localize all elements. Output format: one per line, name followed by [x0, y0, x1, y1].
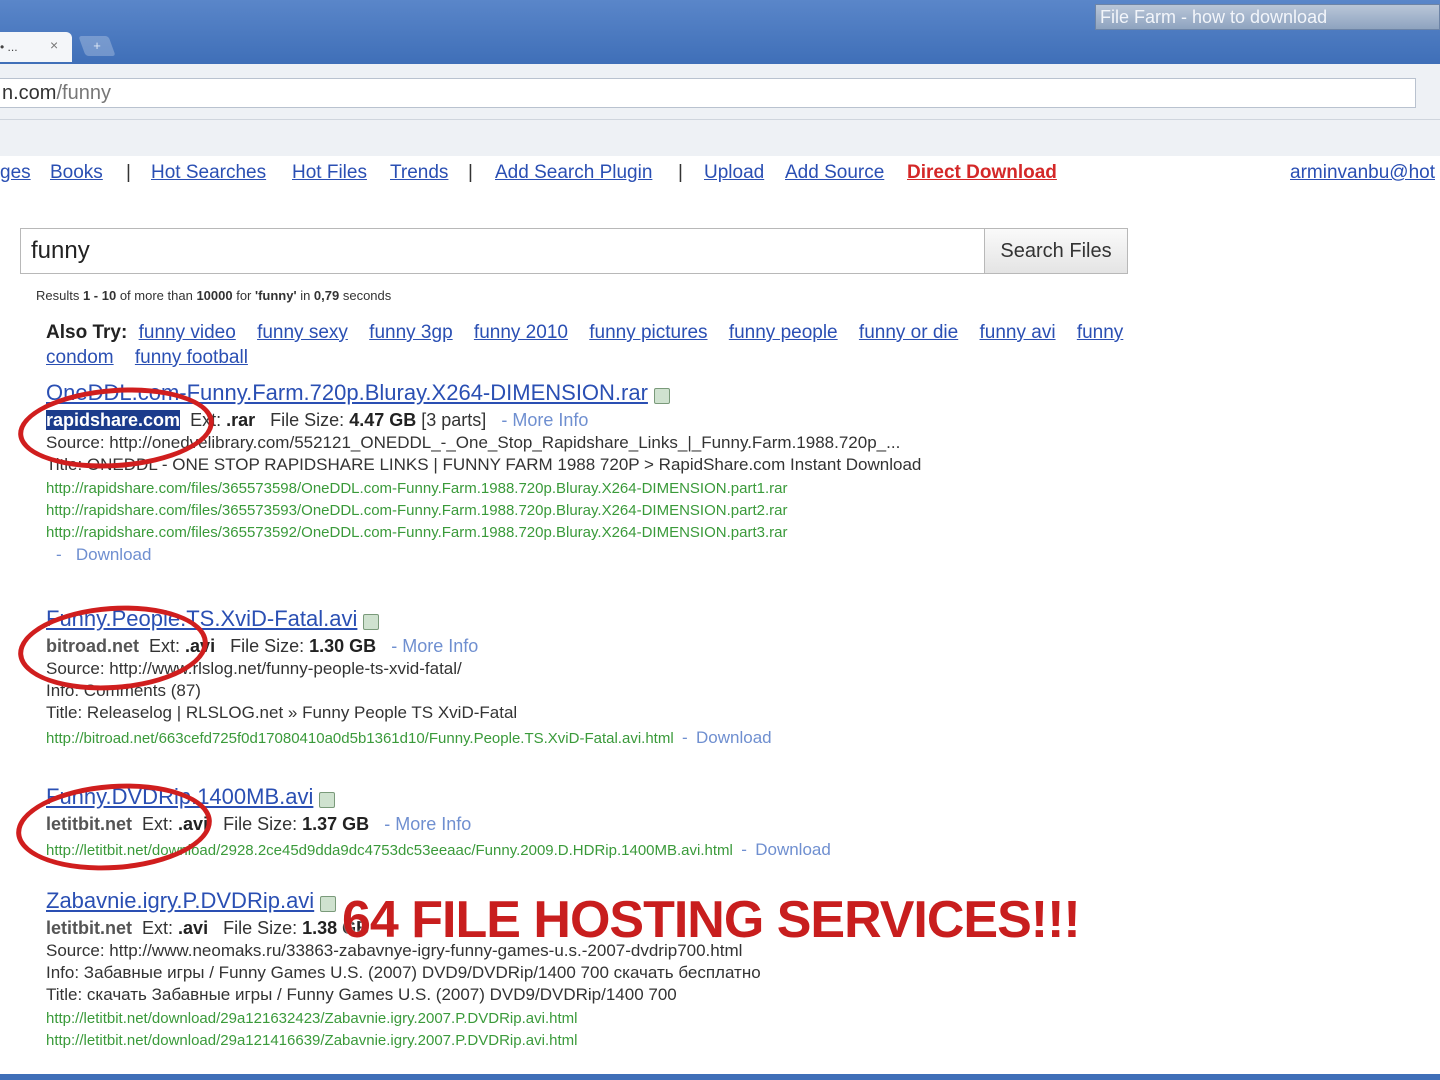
window-bottom-border: [0, 1074, 1440, 1080]
overlay-caption: 64 FILE HOSTING SERVICES!!!: [342, 891, 1081, 949]
nav-separator: |: [678, 162, 683, 183]
tab-label: • ...: [0, 40, 18, 54]
nav-separator: |: [468, 162, 473, 183]
user-account-link[interactable]: arminvanbu@hot: [1290, 162, 1435, 184]
close-icon[interactable]: ×: [50, 37, 58, 53]
result-title-link[interactable]: Zabavnie.igry.P.DVDRip.avi: [46, 888, 314, 913]
file-icon: [319, 791, 336, 808]
result-url-row: http://bitroad.net/663cefd725f0d17080410…: [46, 728, 772, 747]
plus-icon: +: [93, 38, 101, 53]
nav-link-add-source[interactable]: Add Source: [785, 162, 884, 184]
result-info: Info: Забавные игры / Funny Games U.S. (…: [46, 963, 761, 982]
result-url-row: http://letitbit.net/download/2928.2ce45d…: [46, 840, 831, 859]
size-label: File Size:: [270, 410, 345, 430]
search-input[interactable]: funny: [20, 228, 986, 274]
result-ext: .avi: [178, 918, 209, 938]
nav-separator: |: [126, 162, 131, 183]
nav-link-hot-searches[interactable]: Hot Searches: [151, 162, 266, 184]
more-info-link[interactable]: More Info: [402, 636, 478, 656]
result-url-link[interactable]: http://rapidshare.com/files/365573593/On…: [46, 502, 1146, 519]
result-parts: [3 parts]: [421, 410, 487, 430]
result-url-link[interactable]: http://rapidshare.com/files/365573598/On…: [46, 480, 1146, 497]
address-bar: n.com/funny: [0, 64, 1440, 120]
also-try-link[interactable]: funny football: [135, 347, 248, 368]
also-try-link[interactable]: funny avi: [980, 322, 1056, 343]
more-info-link[interactable]: More Info: [512, 410, 588, 430]
stats-mid: of more than: [116, 288, 197, 303]
url-host: n.com: [2, 82, 57, 104]
also-try-link[interactable]: funny 2010: [474, 322, 568, 343]
stats-range: 1 - 10: [82, 288, 117, 303]
result-url-link[interactable]: http://letitbit.net/download/29a12163242…: [46, 1010, 1146, 1027]
ext-label: Ext:: [142, 918, 174, 938]
result-size: 1.37 GB: [302, 814, 370, 834]
also-try-link[interactable]: funny people: [729, 322, 838, 343]
stats-term: 'funny': [255, 288, 297, 303]
result-source: Source: http://www.rlslog.net/funny-peop…: [46, 659, 462, 678]
also-try-link[interactable]: funny pictures: [589, 322, 707, 343]
file-icon: [363, 613, 380, 630]
result-item: Funny.People.TS.XviD-Fatal.avi bitroad.n…: [46, 606, 1146, 748]
size-label: File Size:: [230, 636, 305, 656]
nav-link-add-search-plugin[interactable]: Add Search Plugin: [495, 162, 652, 184]
result-size: 4.47 GB: [349, 410, 417, 430]
results-stats: Results 1 - 10 of more than 10000 for 'f…: [36, 288, 391, 303]
nav-link-direct-download[interactable]: Direct Download: [907, 162, 1057, 184]
nav-link-trends[interactable]: Trends: [390, 162, 448, 184]
also-try-label: Also Try:: [46, 322, 128, 343]
url-path: /funny: [56, 82, 111, 104]
result-title-line: Title: ONEDDL - ONE STOP RAPIDSHARE LINK…: [46, 455, 922, 474]
window-title: File Farm - how to download: [1095, 4, 1440, 30]
more-info-link[interactable]: More Info: [395, 814, 471, 834]
annotation-circle: [13, 777, 215, 877]
result-meta: bitroad.net Ext: .avi File Size: 1.30 GB…: [46, 636, 479, 656]
file-icon: [653, 387, 670, 404]
result-size: 1.30 GB: [309, 636, 377, 656]
nav-link-hot-files[interactable]: Hot Files: [292, 162, 367, 184]
browser-tab[interactable]: • ... ×: [0, 32, 72, 62]
result-title-line: Title: Releaselog | RLSLOG.net » Funny P…: [46, 703, 518, 722]
download-link[interactable]: Download: [755, 840, 831, 859]
size-label: File Size:: [223, 814, 298, 834]
also-try-link[interactable]: funny video: [139, 322, 236, 343]
download-row: - Download: [56, 545, 152, 564]
stats-suffix: seconds: [339, 288, 392, 303]
also-try-link[interactable]: funny or die: [859, 322, 958, 343]
nav-link-books[interactable]: Books: [50, 162, 103, 184]
result-url-link[interactable]: http://bitroad.net/663cefd725f0d17080410…: [46, 730, 674, 747]
download-link[interactable]: Download: [76, 545, 152, 564]
result-url-link[interactable]: http://rapidshare.com/files/365573592/On…: [46, 524, 1146, 541]
stats-in: in: [296, 288, 314, 303]
stats-for: for: [232, 288, 255, 303]
nav-link-images[interactable]: ges: [0, 162, 31, 184]
site-nav: ges Books | Hot Searches Hot Files Trend…: [0, 160, 1440, 190]
result-item: OneDDL.com-Funny.Farm.720p.Bluray.X264-D…: [46, 380, 1146, 565]
result-host: letitbit.net: [46, 918, 132, 938]
stats-count: 10000: [196, 288, 233, 303]
result-source: Source: http://onedvelibrary.com/552121_…: [46, 433, 901, 452]
file-icon: [320, 895, 337, 912]
download-link[interactable]: Download: [696, 728, 772, 747]
search-files-button[interactable]: Search Files: [984, 228, 1128, 274]
result-title-line: Title: скачать Забавные игры / Funny Gam…: [46, 985, 677, 1004]
also-try-link[interactable]: funny sexy: [257, 322, 348, 343]
browser-titlebar: • ... × + File Farm - how to download: [0, 0, 1440, 64]
url-field[interactable]: n.com/funny: [0, 78, 1416, 108]
new-tab-button[interactable]: +: [78, 36, 116, 56]
result-url-link[interactable]: http://letitbit.net/download/29a12141663…: [46, 1032, 1146, 1049]
bookmarks-bar: [0, 120, 1440, 156]
result-ext: .rar: [226, 410, 256, 430]
nav-link-upload[interactable]: Upload: [704, 162, 764, 184]
stats-prefix: Results: [36, 288, 83, 303]
stats-time: 0,79: [313, 288, 340, 303]
also-try: Also Try: funny video funny sexy funny 3…: [46, 320, 1136, 370]
size-label: File Size:: [223, 918, 298, 938]
result-info: Info: Comments (87): [46, 681, 201, 700]
also-try-link[interactable]: funny 3gp: [369, 322, 452, 343]
